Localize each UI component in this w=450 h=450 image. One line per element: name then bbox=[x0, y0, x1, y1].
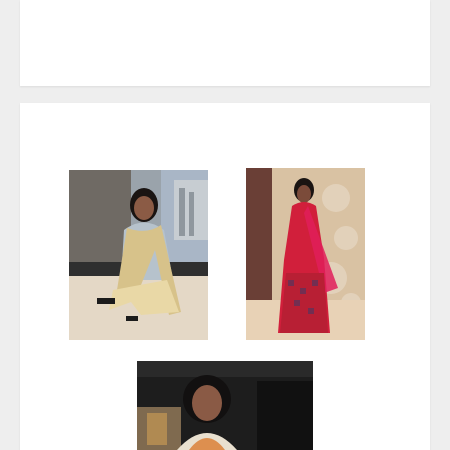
seated-woman-image bbox=[69, 170, 208, 340]
top-card bbox=[20, 0, 430, 86]
portrait-image bbox=[137, 361, 313, 450]
gallery-page bbox=[0, 0, 450, 450]
woman-in-red-dress-image bbox=[246, 168, 365, 340]
gallery-photo-3[interactable] bbox=[137, 361, 313, 450]
gallery-photo-1[interactable] bbox=[69, 170, 208, 340]
gallery-photo-2[interactable] bbox=[246, 168, 365, 340]
